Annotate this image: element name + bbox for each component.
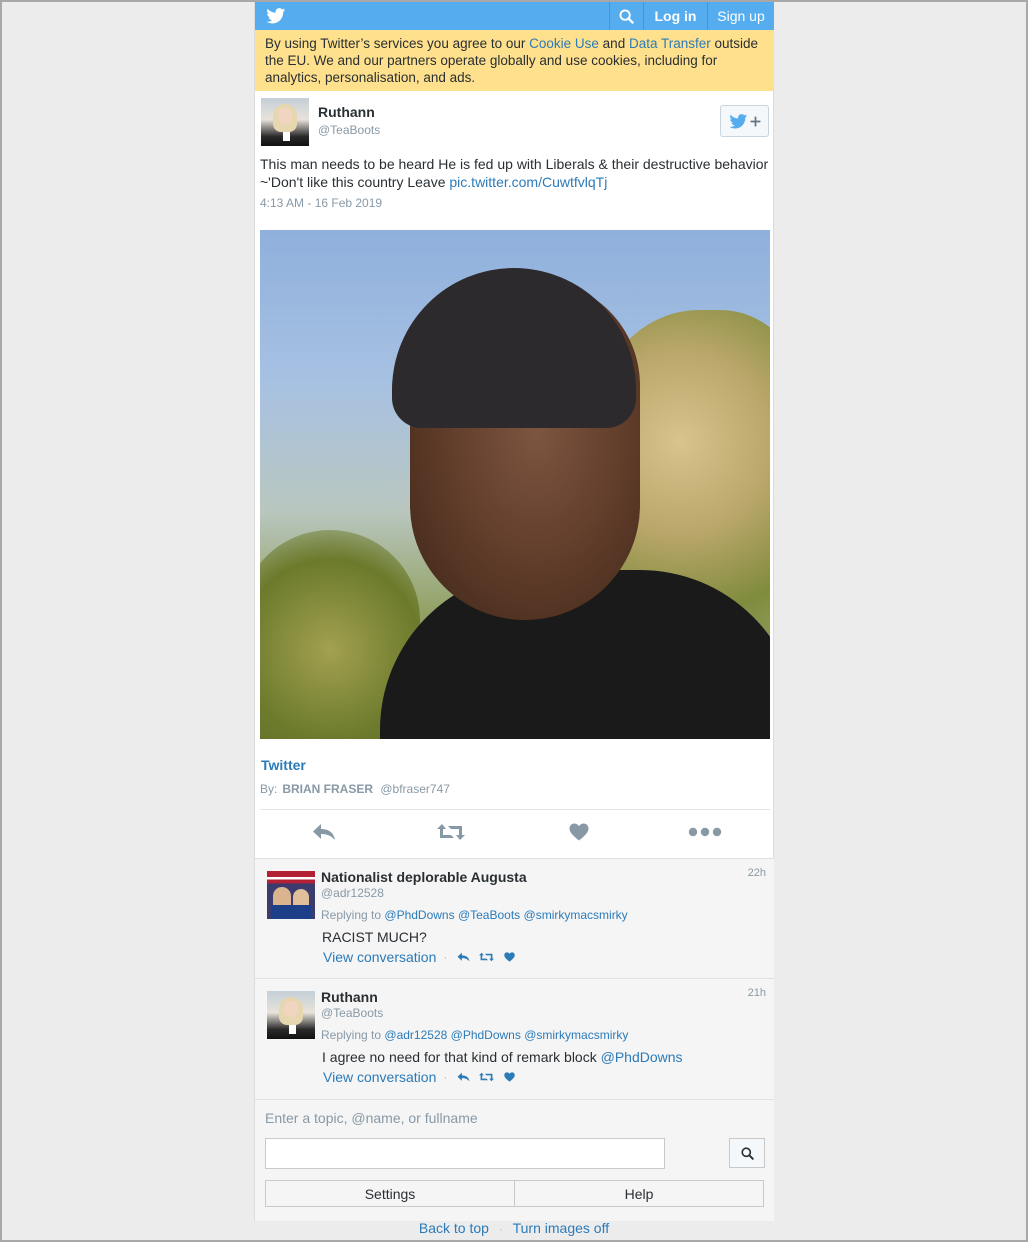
view-conversation-link[interactable]: View conversation <box>323 1069 436 1085</box>
card-title[interactable]: Twitter <box>261 757 306 773</box>
heart-icon[interactable] <box>500 1070 518 1084</box>
separator-dot: · <box>443 950 448 964</box>
tweet-text: This man needs to be heard He is fed up … <box>260 155 772 191</box>
reply-text: I agree no need for that kind of remark … <box>322 1049 683 1065</box>
mention-link[interactable]: @TeaBoots <box>458 908 520 922</box>
follow-button[interactable] <box>720 105 769 137</box>
retweet-icon <box>437 824 465 840</box>
cookie-text-2: and <box>598 36 629 51</box>
author-handle[interactable]: @TeaBoots <box>318 123 380 137</box>
heart-icon <box>569 823 589 841</box>
reply-icon[interactable] <box>454 950 472 964</box>
reply-time[interactable]: 21h <box>748 987 766 999</box>
reply-avatar[interactable] <box>267 991 315 1039</box>
search-submit-button[interactable] <box>729 1138 765 1168</box>
reply-author-handle[interactable]: @TeaBoots <box>321 1006 383 1020</box>
cookie-use-link[interactable]: Cookie Use <box>529 36 599 51</box>
mention-link[interactable]: @PhdDowns <box>384 908 454 922</box>
search-icon <box>619 8 634 24</box>
replying-to: Replying to @PhdDowns @TeaBoots @smirkym… <box>321 908 628 922</box>
search-label: Enter a topic, @name, or fullname <box>265 1110 478 1126</box>
back-to-top-link[interactable]: Back to top <box>419 1220 489 1236</box>
main-column: Log in Sign up By using Twitter’s servic… <box>254 2 774 1221</box>
mention-link[interactable]: @adr12528 <box>384 1028 447 1042</box>
twitter-bird-icon[interactable] <box>266 8 286 24</box>
retweet-button[interactable] <box>435 820 467 844</box>
tweet-timestamp[interactable]: 4:13 AM - 16 Feb 2019 <box>260 196 382 210</box>
search-icon <box>740 1146 754 1160</box>
separator-dot: · <box>443 1070 448 1084</box>
login-button[interactable]: Log in <box>643 2 707 30</box>
replying-to-label: Replying to <box>321 1028 382 1042</box>
cookie-banner: By using Twitter’s services you agree to… <box>255 30 774 91</box>
card-by-name[interactable]: BRIAN FRASER <box>282 782 373 796</box>
retweet-icon[interactable] <box>477 1070 495 1084</box>
separator-dot: · <box>498 1224 503 1236</box>
more-button[interactable] <box>687 820 723 844</box>
reply-avatar[interactable] <box>267 871 315 919</box>
reply-actions: View conversation · <box>323 949 523 965</box>
reply-button[interactable] <box>309 820 339 844</box>
reply-author-name[interactable]: Nationalist deplorable Augusta <box>321 869 527 885</box>
card-byline: By: BRIAN FRASER @bfraser747 <box>260 782 450 796</box>
mention-link[interactable]: @smirkymacsmirky <box>524 1028 628 1042</box>
tweet-media-image[interactable] <box>260 230 770 739</box>
more-icon <box>688 827 722 837</box>
data-transfer-link[interactable]: Data Transfer <box>629 36 711 51</box>
reply-actions: View conversation · <box>323 1069 523 1085</box>
reply-icon <box>313 824 335 840</box>
twitter-bird-icon <box>728 113 747 128</box>
card-by-label: By: <box>260 782 278 796</box>
author-avatar[interactable] <box>261 98 309 146</box>
mention-link[interactable]: @PhdDowns <box>601 1049 683 1065</box>
view-conversation-link[interactable]: View conversation <box>323 949 436 965</box>
reply-item: Ruthann @TeaBoots 21h Replying to @adr12… <box>255 978 774 1099</box>
divider <box>260 809 770 810</box>
heart-icon[interactable] <box>500 950 518 964</box>
mention-link[interactable]: @PhdDowns <box>451 1028 521 1042</box>
turn-images-off-link[interactable]: Turn images off <box>513 1220 610 1236</box>
reply-author-name[interactable]: Ruthann <box>321 989 378 1005</box>
settings-button[interactable]: Settings <box>265 1180 515 1207</box>
tweet-media-link[interactable]: pic.twitter.com/CuwtfvlqTj <box>449 174 607 190</box>
search-button[interactable] <box>609 2 643 30</box>
search-section: Enter a topic, @name, or fullname Settin… <box>255 1099 774 1221</box>
like-button[interactable] <box>567 820 591 844</box>
reply-icon[interactable] <box>454 1070 472 1084</box>
footer: Back to top · Turn images off <box>254 1220 774 1236</box>
replying-to-label: Replying to <box>321 908 382 922</box>
reply-text: RACIST MUCH? <box>322 929 427 945</box>
author-name[interactable]: Ruthann <box>318 104 375 120</box>
plus-icon <box>750 116 760 126</box>
help-button[interactable]: Help <box>514 1180 764 1207</box>
top-bar: Log in Sign up <box>255 2 774 30</box>
reply-time[interactable]: 22h <box>748 867 766 879</box>
reply-author-handle[interactable]: @adr12528 <box>321 886 384 900</box>
cookie-text-1: By using Twitter’s services you agree to… <box>265 36 530 51</box>
reply-item: Nationalist deplorable Augusta @adr12528… <box>255 858 774 978</box>
replying-to: Replying to @adr12528 @PhdDowns @smirkym… <box>321 1028 628 1042</box>
reply-text-body: I agree no need for that kind of remark … <box>322 1049 601 1065</box>
retweet-icon[interactable] <box>477 950 495 964</box>
search-input[interactable] <box>265 1138 665 1169</box>
signup-button[interactable]: Sign up <box>707 2 774 30</box>
mention-link[interactable]: @smirkymacsmirky <box>524 908 628 922</box>
card-by-handle[interactable]: @bfraser747 <box>380 782 450 796</box>
